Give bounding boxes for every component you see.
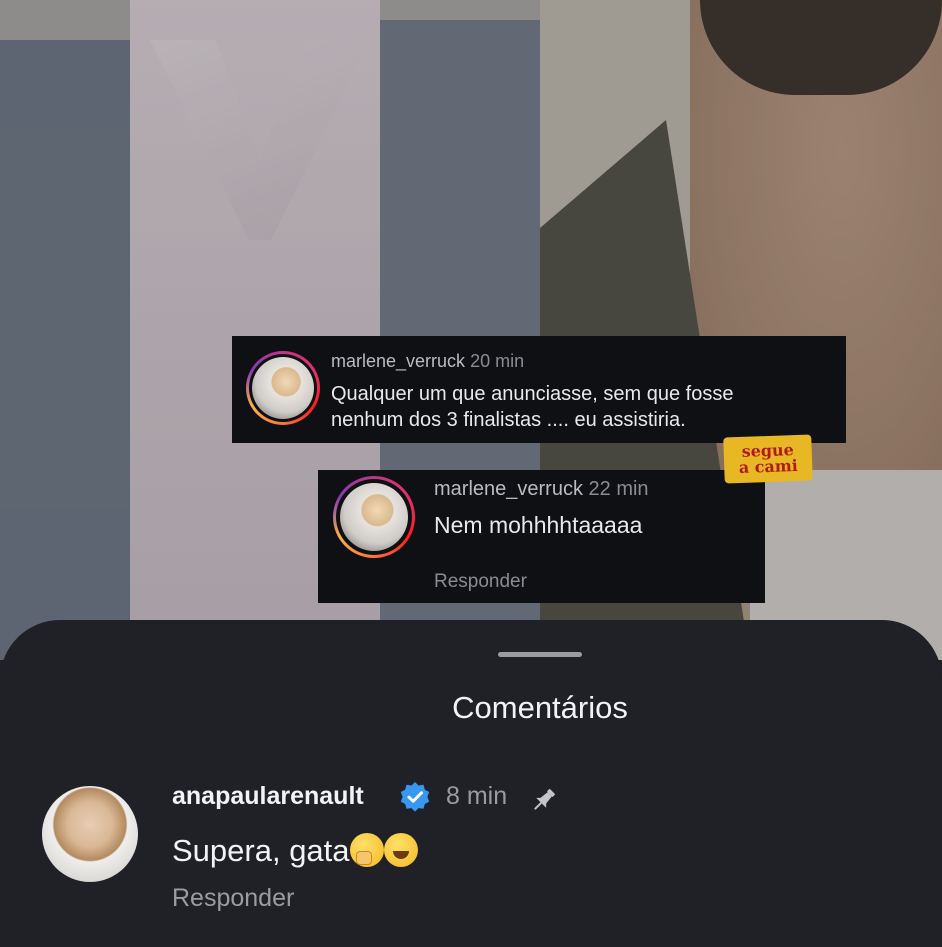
comment-username[interactable]: marlene_verruck [331,351,465,371]
comments-sheet: Comentários anapaularenault 8 min Supera… [0,620,942,947]
sheet-drag-handle[interactable] [498,652,582,657]
reply-button[interactable]: Responder [172,884,294,913]
comment-time: 22 min [588,478,649,500]
pin-icon [534,789,555,810]
comment-username[interactable]: marlene_verruck [434,478,583,500]
watermark-sticker: segue a cami [723,434,813,484]
overlay-comment-card: marlene_verruck 22 min Nem mohhhhtaaaaa … [318,470,765,603]
comment-time: 20 min [470,351,525,371]
comment-header: marlene_verruck 20 min [331,351,524,372]
grinning-sweat-emoji-icon [383,833,418,867]
reply-button[interactable]: Responder [434,571,527,593]
comment-text: Supera, gata [172,833,418,869]
verified-badge-icon [400,782,430,812]
story-ring-avatar[interactable] [333,476,415,558]
avatar [340,483,408,551]
comment-time: 8 min [446,782,508,810]
comment-text: Nem mohhhhtaaaaa [434,512,643,538]
avatar[interactable] [42,786,138,882]
overlay-comment-card: marlene_verruck 20 min Qualquer um que a… [232,336,846,443]
comment-header: marlene_verruck 22 min [434,478,649,501]
comment-username[interactable]: anapaularenault [172,782,364,811]
comment-text: Qualquer um que anunciasse, sem que foss… [331,383,734,431]
sheet-title: Comentários [452,690,628,725]
story-ring-avatar[interactable] [246,351,320,425]
hand-over-mouth-emoji-icon [349,833,384,867]
avatar [252,357,314,419]
